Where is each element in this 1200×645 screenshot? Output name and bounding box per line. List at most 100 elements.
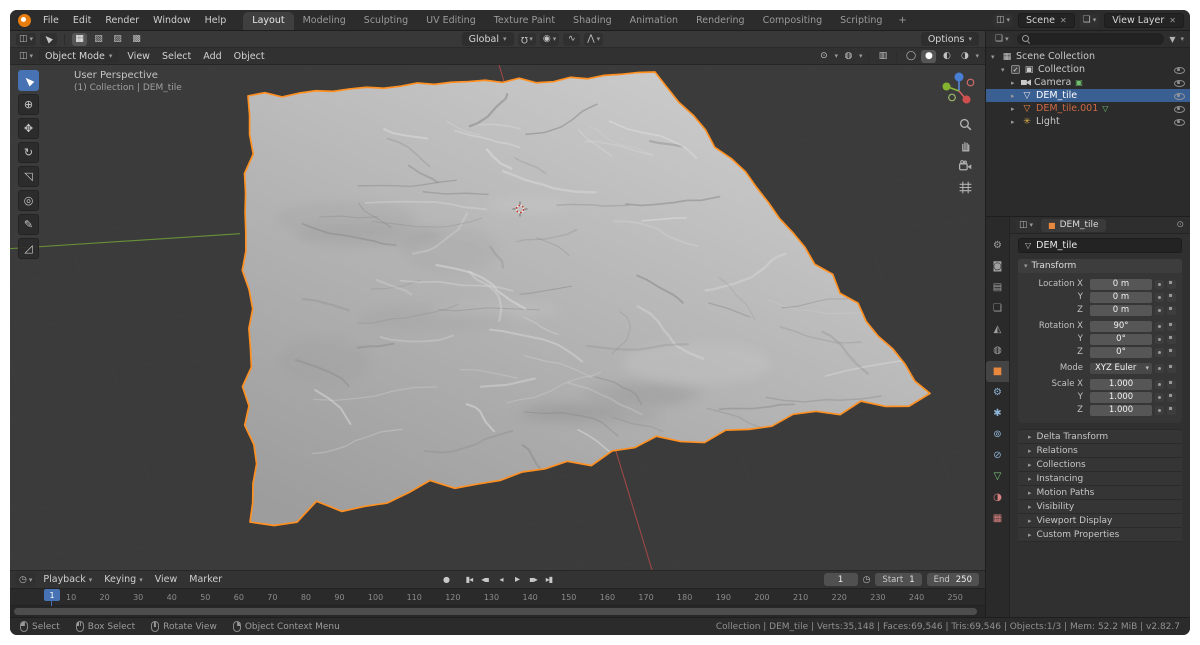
lock-button[interactable]	[1167, 280, 1176, 289]
workspace-tab[interactable]: Compositing	[754, 12, 832, 30]
breadcrumb[interactable]: DEM_tile	[1041, 219, 1106, 232]
value-field[interactable]: 0 m	[1090, 305, 1152, 316]
timeline-ruler[interactable]: 1 10203040506070809010011012013014015016…	[10, 588, 985, 605]
lock-button[interactable]	[1167, 322, 1176, 331]
value-field[interactable]: 0°	[1090, 347, 1152, 358]
workspace-tab[interactable]: Sculpting	[355, 12, 417, 30]
eye-icon[interactable]	[1174, 77, 1185, 88]
value-field[interactable]: 0°	[1090, 334, 1152, 345]
properties-tab[interactable]	[986, 466, 1009, 487]
eye-icon[interactable]	[1174, 90, 1185, 101]
menu-item[interactable]: Window	[146, 15, 197, 26]
value-field[interactable]: 0 m	[1090, 292, 1152, 303]
value-field[interactable]: 1.000	[1090, 405, 1152, 416]
camera-view-icon[interactable]	[958, 159, 973, 174]
current-frame-marker[interactable]: 1	[44, 589, 60, 601]
panel-section[interactable]: Custom Properties	[1018, 528, 1182, 542]
workspace-tab[interactable]: Texture Paint	[485, 12, 564, 30]
gizmo-toggle-button[interactable]: ⊙	[816, 50, 831, 63]
outliner-row[interactable]: DEM_tile.001	[986, 102, 1190, 115]
panel-section[interactable]: Viewport Display	[1018, 514, 1182, 528]
eye-icon[interactable]	[1174, 103, 1185, 114]
snap-toggle-button[interactable]	[518, 33, 536, 46]
panel-section[interactable]: Visibility	[1018, 500, 1182, 514]
lock-button[interactable]	[1167, 406, 1176, 415]
tool-button[interactable]	[18, 214, 39, 235]
editor-type-button[interactable]	[16, 50, 36, 63]
viewport-3d[interactable]: User Perspective (1) Collection | DEM_ti…	[10, 65, 985, 570]
lock-button[interactable]	[1167, 348, 1176, 357]
outliner-search-input[interactable]	[1017, 33, 1165, 45]
disclosure-icon[interactable]	[1011, 105, 1021, 113]
timeline-menu-item[interactable]: Marker	[183, 574, 228, 585]
timeline-menu-item[interactable]: Keying	[98, 574, 148, 585]
tool-button[interactable]	[18, 238, 39, 259]
value-field[interactable]: XYZ Euler	[1090, 363, 1152, 374]
select-mode-extend-button[interactable]	[91, 33, 106, 46]
shading-wireframe-button[interactable]: ◯	[903, 50, 918, 63]
view-layer-browse-button[interactable]	[1080, 14, 1100, 27]
properties-tab[interactable]	[986, 445, 1009, 466]
snap-target-button[interactable]	[584, 33, 603, 46]
unlink-icon[interactable]	[1169, 16, 1176, 25]
proportional-edit-button[interactable]	[540, 33, 559, 46]
outliner-row[interactable]: DEM_tile	[986, 89, 1190, 102]
timeline-editor-button[interactable]	[16, 573, 35, 586]
timeline-scrollbar[interactable]	[10, 605, 985, 617]
outliner-row[interactable]: Camera	[986, 76, 1190, 89]
decorator-dot-button[interactable]	[1155, 393, 1164, 402]
play-reverse-button[interactable]	[494, 573, 509, 586]
properties-tab[interactable]	[986, 382, 1009, 403]
shading-material-button[interactable]: ◐	[939, 50, 954, 63]
lock-button[interactable]	[1167, 393, 1176, 402]
tool-button[interactable]	[18, 166, 39, 187]
properties-tab[interactable]	[986, 298, 1009, 319]
item-label[interactable]: DEM_tile	[1036, 90, 1077, 101]
zoom-icon[interactable]	[958, 117, 973, 132]
tool-button[interactable]	[18, 142, 39, 163]
menu-item[interactable]: Help	[198, 15, 234, 26]
value-field[interactable]: 1.000	[1090, 392, 1152, 403]
jump-to-start-button[interactable]	[462, 573, 477, 586]
value-field[interactable]: 1.000	[1090, 379, 1152, 390]
disclosure-icon[interactable]	[991, 53, 1001, 61]
item-label[interactable]: Camera	[1034, 77, 1071, 88]
previous-keyframe-button[interactable]	[478, 573, 493, 586]
timeline-menu-item[interactable]: View	[149, 574, 184, 585]
xray-toggle-button[interactable]: ▥	[875, 50, 890, 63]
panel-section[interactable]: Relations	[1018, 444, 1182, 458]
orthographic-grid-icon[interactable]	[958, 180, 973, 195]
viewport-menu-item[interactable]: Select	[156, 51, 197, 62]
use-preview-range-icon[interactable]	[863, 574, 871, 585]
properties-tab[interactable]	[986, 256, 1009, 277]
properties-tab[interactable]	[986, 340, 1009, 361]
decorator-dot-button[interactable]	[1155, 406, 1164, 415]
viewport-menu-item[interactable]: Object	[228, 51, 271, 62]
current-frame-field[interactable]: 1	[824, 573, 858, 586]
panel-section[interactable]: Motion Paths	[1018, 486, 1182, 500]
transform-panel-header[interactable]: Transform	[1018, 259, 1182, 273]
editor-type-button[interactable]	[16, 33, 36, 46]
select-mode-subtract-button[interactable]	[110, 33, 125, 46]
item-label[interactable]: Collection	[1038, 64, 1085, 75]
falloff-button[interactable]	[563, 33, 580, 46]
decorator-dot-button[interactable]	[1155, 380, 1164, 389]
menu-item[interactable]: Edit	[66, 15, 98, 26]
panel-section[interactable]: Instancing	[1018, 472, 1182, 486]
viewport-menu-item[interactable]: Add	[197, 51, 227, 62]
object-name-field[interactable]: DEM_tile	[1018, 238, 1182, 253]
panel-section[interactable]: Delta Transform	[1018, 430, 1182, 444]
decorator-dot-button[interactable]	[1155, 293, 1164, 302]
item-label[interactable]: Scene Collection	[1016, 51, 1095, 62]
lock-button[interactable]	[1167, 380, 1176, 389]
properties-tab[interactable]	[986, 277, 1009, 298]
properties-tab[interactable]	[986, 403, 1009, 424]
decorator-dot-button[interactable]	[1155, 280, 1164, 289]
workspace-tab[interactable]: Modeling	[294, 12, 355, 30]
workspace-tab[interactable]: Animation	[621, 12, 687, 30]
scene-browse-button[interactable]	[993, 14, 1013, 27]
options-dropdown[interactable]: Options	[921, 32, 979, 46]
scrollbar-thumb[interactable]	[14, 608, 977, 615]
properties-editor-button[interactable]	[1016, 219, 1036, 232]
value-field[interactable]: 90°	[1090, 321, 1152, 332]
